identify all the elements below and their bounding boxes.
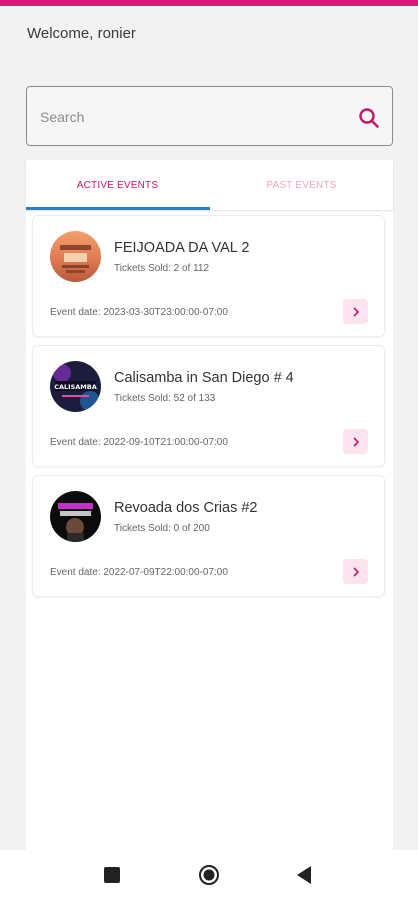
open-event-button[interactable] [343,429,368,454]
event-date: Event date: 2023-03-30T23:00:00-07:00 [50,307,228,318]
event-date: Event date: 2022-09-10T21:00:00-07:00 [50,437,228,448]
event-title: FEIJOADA DA VAL 2 [114,240,250,256]
top-accent-bar [0,0,418,6]
recents-icon[interactable] [104,867,120,883]
tickets-sold: Tickets Sold: 2 of 112 [114,263,210,274]
chevron-right-icon [352,306,359,317]
tickets-sold: Tickets Sold: 52 of 133 [114,393,216,404]
event-title: Calisamba in San Diego # 4 [114,370,294,386]
open-event-button[interactable] [343,299,368,324]
avatar-logo-text: CALISAMBA [54,383,97,391]
tab-bar: ACTIVE EVENTS PAST EVENTS [26,160,393,210]
system-nav-bar [0,850,418,900]
event-date: Event date: 2022-07-09T22:00:00-07:00 [50,567,228,578]
event-title: Revoada dos Crias #2 [114,500,258,516]
welcome-text: Welcome, ronier [27,25,136,42]
search-box[interactable] [26,86,393,146]
back-icon[interactable] [296,865,312,885]
search-icon[interactable] [358,107,380,129]
event-card[interactable]: FEIJOADA DA VAL 2 Tickets Sold: 2 of 112… [32,215,385,337]
search-input[interactable] [40,106,340,128]
events-panel: ACTIVE EVENTS PAST EVENTS FEIJOADA DA VA… [26,160,393,850]
active-tab-indicator [26,207,210,210]
event-card[interactable]: Revoada dos Crias #2 Tickets Sold: 0 of … [32,475,385,597]
tab-past-events[interactable]: PAST EVENTS [210,160,393,210]
event-avatar [50,231,101,282]
tickets-sold: Tickets Sold: 0 of 200 [114,523,210,534]
chevron-right-icon [352,566,359,577]
chevron-right-icon [352,436,359,447]
event-avatar [50,491,101,542]
event-avatar: CALISAMBA [50,361,101,412]
tab-active-events[interactable]: ACTIVE EVENTS [26,160,209,210]
open-event-button[interactable] [343,559,368,584]
event-card[interactable]: CALISAMBA Calisamba in San Diego # 4 Tic… [32,345,385,467]
home-icon[interactable] [198,864,220,886]
